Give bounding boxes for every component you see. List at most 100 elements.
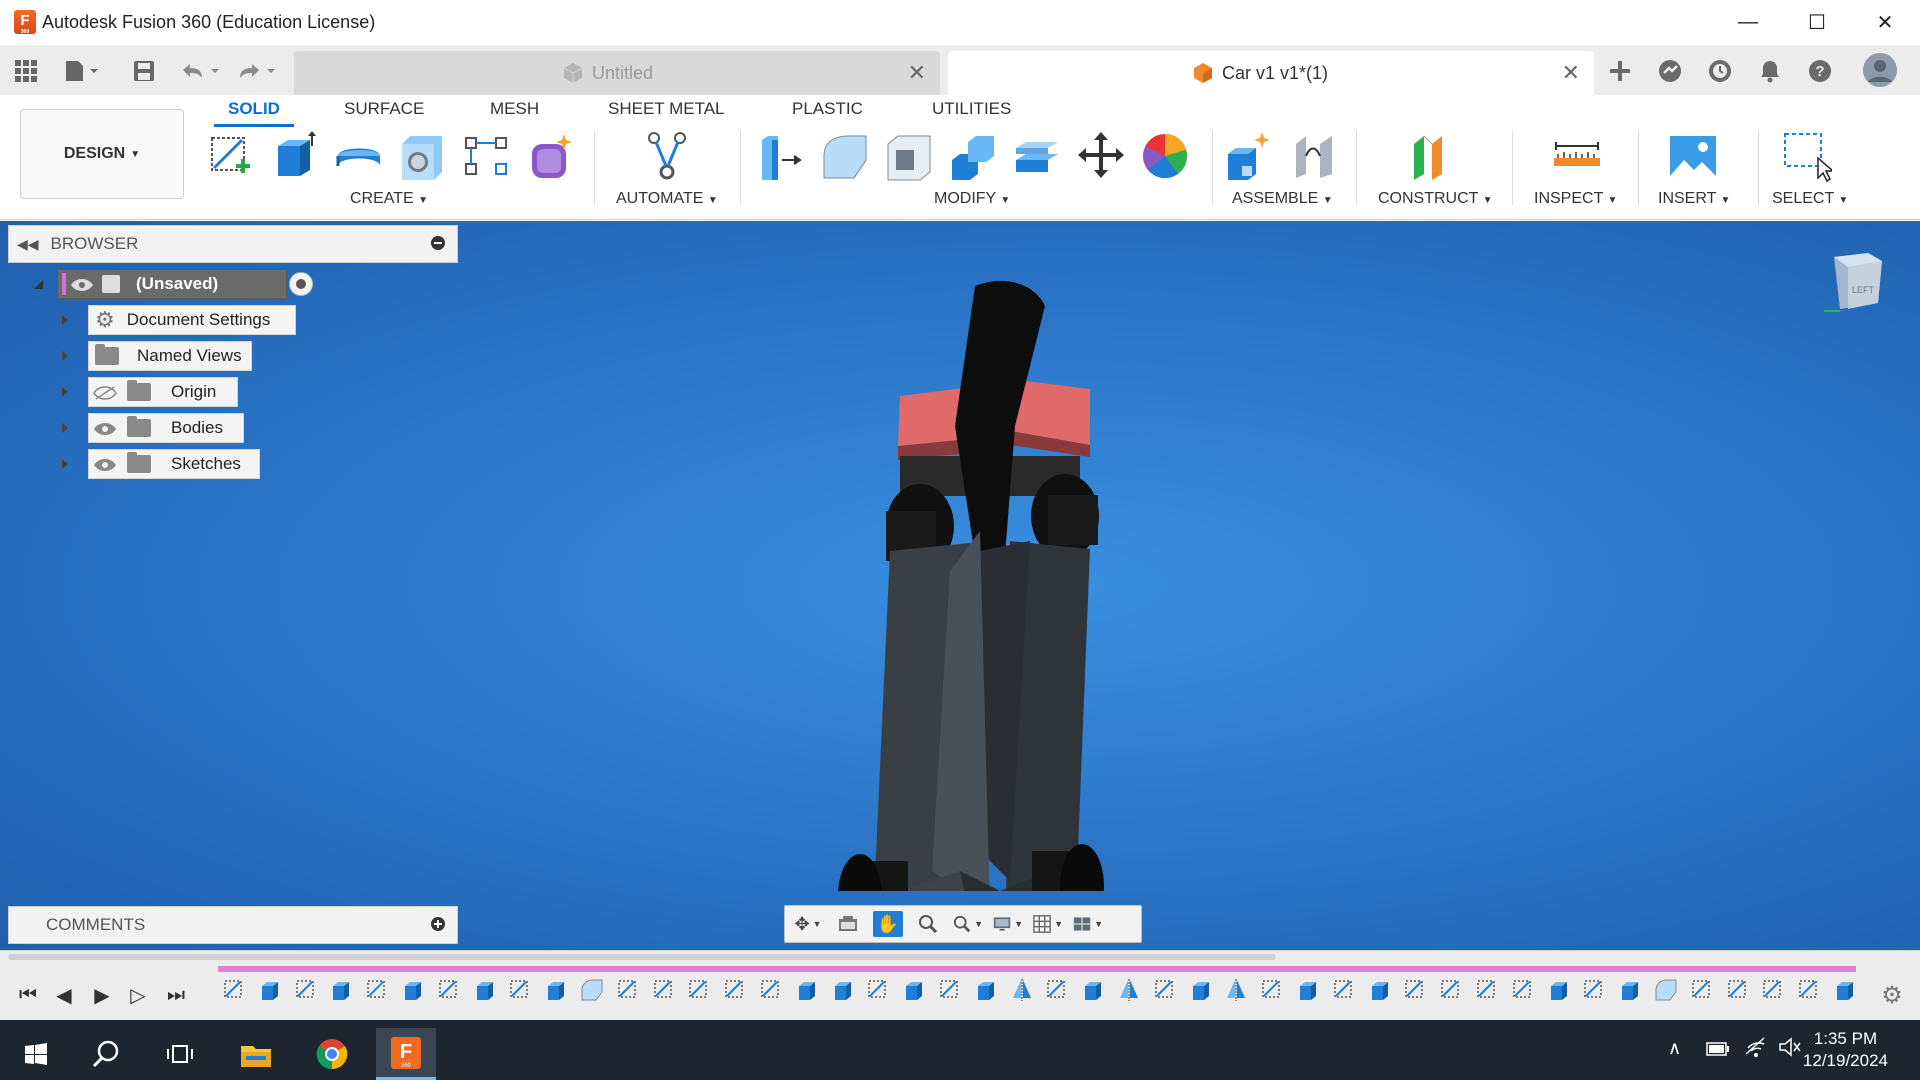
visibility-eye-icon[interactable] [93, 421, 117, 435]
redo-icon[interactable] [234, 57, 280, 85]
timeline-scrollbar[interactable] [8, 954, 1276, 960]
select-window-icon[interactable] [1782, 130, 1836, 183]
timeline-extrude-feature-icon[interactable] [544, 978, 568, 1002]
timeline-fillet-feature-icon[interactable] [580, 978, 604, 1002]
measure-icon[interactable] [1552, 130, 1602, 182]
step-back-icon[interactable]: ◀ [50, 981, 78, 1009]
joint-icon[interactable] [1290, 130, 1340, 182]
orbit-icon[interactable]: ✥ ▼ [793, 911, 823, 937]
expand-arrow-icon[interactable] [62, 387, 68, 397]
timeline-fillet-feature-icon[interactable] [1654, 978, 1678, 1002]
timeline-sketch-feature-icon[interactable] [1153, 978, 1177, 1002]
file-menu-icon[interactable] [62, 57, 106, 85]
battery-icon[interactable] [1706, 1040, 1730, 1061]
timeline-sketch-feature-icon[interactable] [365, 978, 389, 1002]
workspace-selector[interactable]: DESIGN ▼ [20, 109, 184, 199]
timeline-sketch-feature-icon[interactable] [687, 978, 711, 1002]
minimize-panel-icon[interactable] [431, 236, 445, 250]
step-forward-icon[interactable]: ▷ [124, 981, 152, 1009]
timeline-sketch-feature-icon[interactable] [652, 978, 676, 1002]
tree-item-sketches[interactable]: Sketches [62, 449, 260, 479]
timeline-sketch-feature-icon[interactable] [1260, 978, 1284, 1002]
tab-surface[interactable]: SURFACE [344, 99, 424, 119]
extensions-icon[interactable] [1656, 57, 1684, 85]
timeline-sketch-feature-icon[interactable] [866, 978, 890, 1002]
app-grid-icon[interactable] [12, 57, 40, 85]
timeline-mirror-feature-icon[interactable] [1224, 978, 1248, 1002]
new-component-icon[interactable] [1224, 130, 1274, 182]
tab-solid[interactable]: SOLID [214, 99, 294, 127]
tab-sheet-metal[interactable]: SHEET METAL [608, 99, 725, 119]
tree-node[interactable]: ⚙ Document Settings [88, 305, 296, 335]
expand-arrow-icon[interactable] [62, 459, 68, 469]
viewcube[interactable]: LEFT [1822, 249, 1888, 315]
timeline-extrude-feature-icon[interactable] [258, 978, 282, 1002]
tree-item-document-settings[interactable]: ⚙ Document Settings [62, 305, 296, 335]
pattern-icon[interactable] [462, 130, 512, 182]
volume-muted-icon[interactable] [1778, 1036, 1802, 1063]
grid-settings-icon[interactable]: ▼ [1033, 911, 1063, 937]
pan-hand-icon[interactable]: ✋ [873, 911, 903, 937]
activate-radio-icon[interactable] [289, 272, 313, 296]
tree-item-bodies[interactable]: Bodies [62, 413, 244, 443]
hidden-eye-icon[interactable] [93, 385, 117, 400]
look-at-icon[interactable] [833, 911, 863, 937]
windows-start-icon[interactable] [6, 1028, 66, 1080]
collapse-panel-icon[interactable]: ◀◀ [17, 236, 39, 253]
automate-icon[interactable] [642, 130, 692, 182]
expand-panel-icon[interactable] [431, 917, 445, 931]
tab-utilities[interactable]: UTILITIES [932, 99, 1011, 119]
save-icon[interactable] [130, 57, 158, 85]
expand-arrow-icon[interactable] [62, 351, 68, 361]
offset-face-icon[interactable] [1012, 130, 1062, 182]
timeline-sketch-feature-icon[interactable] [508, 978, 532, 1002]
tree-node[interactable]: Bodies [88, 413, 244, 443]
file-explorer-icon[interactable] [226, 1028, 286, 1080]
timeline-extrude-feature-icon[interactable] [473, 978, 497, 1002]
tab-car-v1[interactable]: Car v1 v1*(1) ✕ [948, 51, 1594, 95]
zoom-window-icon[interactable]: ▼ [953, 911, 983, 937]
display-settings-icon[interactable]: ▼ [993, 911, 1023, 937]
tab-mesh[interactable]: MESH [490, 99, 539, 119]
car-model[interactable] [820, 271, 1160, 891]
tree-node[interactable]: Origin [88, 377, 238, 407]
fillet-icon[interactable] [820, 130, 870, 182]
visibility-eye-icon[interactable] [70, 277, 94, 291]
tree-item-named-views[interactable]: Named Views [62, 341, 252, 371]
minimize-button[interactable]: — [1728, 6, 1768, 38]
timeline-sketch-feature-icon[interactable] [759, 978, 783, 1002]
move-icon[interactable] [1076, 130, 1126, 182]
shell-icon[interactable] [884, 130, 934, 182]
create-sketch-icon[interactable] [206, 130, 256, 182]
expand-arrow-icon[interactable] [62, 423, 68, 433]
close-button[interactable]: ✕ [1865, 6, 1905, 38]
collapse-arrow-icon[interactable] [34, 279, 43, 289]
inspect-menu[interactable]: INSPECT ▼ [1534, 190, 1617, 208]
expand-arrow-icon[interactable] [62, 315, 68, 325]
notifications-bell-icon[interactable] [1756, 57, 1784, 85]
timeline-extrude-feature-icon[interactable] [795, 978, 819, 1002]
timeline-sketch-feature-icon[interactable] [222, 978, 246, 1002]
timeline-sketch-feature-icon[interactable] [294, 978, 318, 1002]
timeline-sketch-feature-icon[interactable] [1797, 978, 1821, 1002]
timeline-settings-gear-icon[interactable]: ⚙ [1878, 981, 1906, 1009]
select-menu[interactable]: SELECT ▼ [1772, 190, 1848, 208]
timeline-sketch-feature-icon[interactable] [723, 978, 747, 1002]
browser-root-row[interactable]: (Unsaved) [34, 269, 313, 299]
timeline-sketch-feature-icon[interactable] [1475, 978, 1499, 1002]
root-node[interactable]: (Unsaved) [57, 269, 287, 299]
timeline-sketch-feature-icon[interactable] [1690, 978, 1714, 1002]
combine-icon[interactable] [948, 130, 998, 182]
maximize-button[interactable]: ☐ [1797, 6, 1837, 38]
timeline-extrude-feature-icon[interactable] [1368, 978, 1392, 1002]
timeline-extrude-feature-icon[interactable] [1296, 978, 1320, 1002]
revolve-icon[interactable] [334, 130, 384, 182]
tree-item-origin[interactable]: Origin [62, 377, 238, 407]
help-icon[interactable]: ? [1806, 57, 1834, 85]
tree-node[interactable]: Named Views [88, 341, 252, 371]
timeline-extrude-feature-icon[interactable] [974, 978, 998, 1002]
insert-menu[interactable]: INSERT ▼ [1658, 190, 1730, 208]
timeline-sketch-feature-icon[interactable] [938, 978, 962, 1002]
modify-menu[interactable]: MODIFY ▼ [934, 190, 1010, 208]
extrude-icon[interactable] [270, 130, 320, 182]
